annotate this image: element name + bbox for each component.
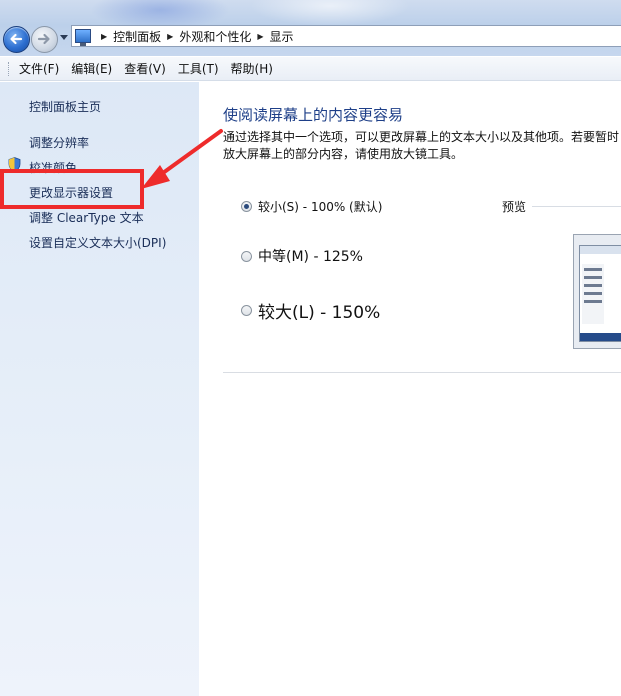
option-larger[interactable]: 较大(L) - 150% <box>241 298 380 323</box>
recent-pages-dropdown[interactable] <box>60 35 68 40</box>
forward-arrow-icon <box>37 33 50 45</box>
page-title: 使阅读屏幕上的内容更容易 <box>223 106 404 124</box>
sidebar-item-resolution[interactable]: 调整分辨率 <box>29 134 89 151</box>
menu-help[interactable]: 帮助(H) <box>231 60 273 77</box>
back-arrow-icon <box>10 33 23 45</box>
main-content: 使阅读屏幕上的内容更容易 通过选择其中一个选项，可以更改屏幕上的文本大小以及其他… <box>199 82 621 696</box>
forward-button[interactable] <box>31 26 58 53</box>
sidebar-item-change-display-settings[interactable]: 更改显示器设置 <box>29 184 113 201</box>
section-divider <box>223 372 621 373</box>
chevron-right-icon[interactable]: ▶ <box>257 32 263 41</box>
page-description: 通过选择其中一个选项，可以更改屏幕上的文本大小以及其他项。若要暂时放大屏幕上的部… <box>223 130 620 161</box>
option-smaller[interactable]: 较小(S) - 100% (默认) <box>241 198 382 215</box>
menu-grip <box>8 61 11 76</box>
chevron-right-icon[interactable]: ▶ <box>101 32 107 41</box>
shield-icon <box>8 157 21 172</box>
breadcrumb-control-panel[interactable]: 控制面板 <box>113 28 161 45</box>
menu-bar: 文件(F) 编辑(E) 查看(V) 工具(T) 帮助(H) <box>0 57 621 81</box>
radio-button[interactable] <box>241 250 252 262</box>
menu-view[interactable]: 查看(V) <box>124 60 166 77</box>
menu-file[interactable]: 文件(F) <box>19 60 59 77</box>
title-bar: ▶ 控制面板 ▶ 外观和个性化 ▶ 显示 <box>0 0 621 56</box>
radio-button[interactable] <box>241 305 252 316</box>
sidebar-item-cleartype[interactable]: 调整 ClearType 文本 <box>29 209 144 226</box>
radio-button-checked[interactable] <box>241 201 252 212</box>
control-panel-icon <box>75 29 91 46</box>
option-medium-label: 中等(M) - 125% <box>258 249 363 265</box>
option-smaller-label: 较小(S) - 100% (默认) <box>258 200 383 214</box>
breadcrumb-display[interactable]: 显示 <box>270 28 294 45</box>
chevron-right-icon[interactable]: ▶ <box>167 32 173 41</box>
option-larger-label: 较大(L) - 150% <box>258 303 381 323</box>
menu-tools[interactable]: 工具(T) <box>178 60 219 77</box>
option-medium[interactable]: 中等(M) - 125% <box>241 246 363 266</box>
preview-label: 预览 <box>502 200 527 214</box>
preview-thumbnail <box>573 234 621 349</box>
sidebar-item-calibrate-color[interactable]: 校准颜色 <box>29 159 77 176</box>
menu-edit[interactable]: 编辑(E) <box>71 60 112 77</box>
sidebar: 控制面板主页 调整分辨率 校准颜色 更改显示器设置 调整 ClearType 文… <box>0 82 199 696</box>
address-bar[interactable]: ▶ 控制面板 ▶ 外观和个性化 ▶ 显示 <box>71 25 621 47</box>
sidebar-item-custom-dpi[interactable]: 设置自定义文本大小(DPI) <box>29 234 166 251</box>
aero-glow <box>250 0 410 26</box>
preview-divider <box>532 206 621 207</box>
back-button[interactable] <box>3 26 30 53</box>
preview-window <box>579 245 621 342</box>
breadcrumb-appearance[interactable]: 外观和个性化 <box>179 28 251 45</box>
sidebar-home-link[interactable]: 控制面板主页 <box>29 98 101 115</box>
